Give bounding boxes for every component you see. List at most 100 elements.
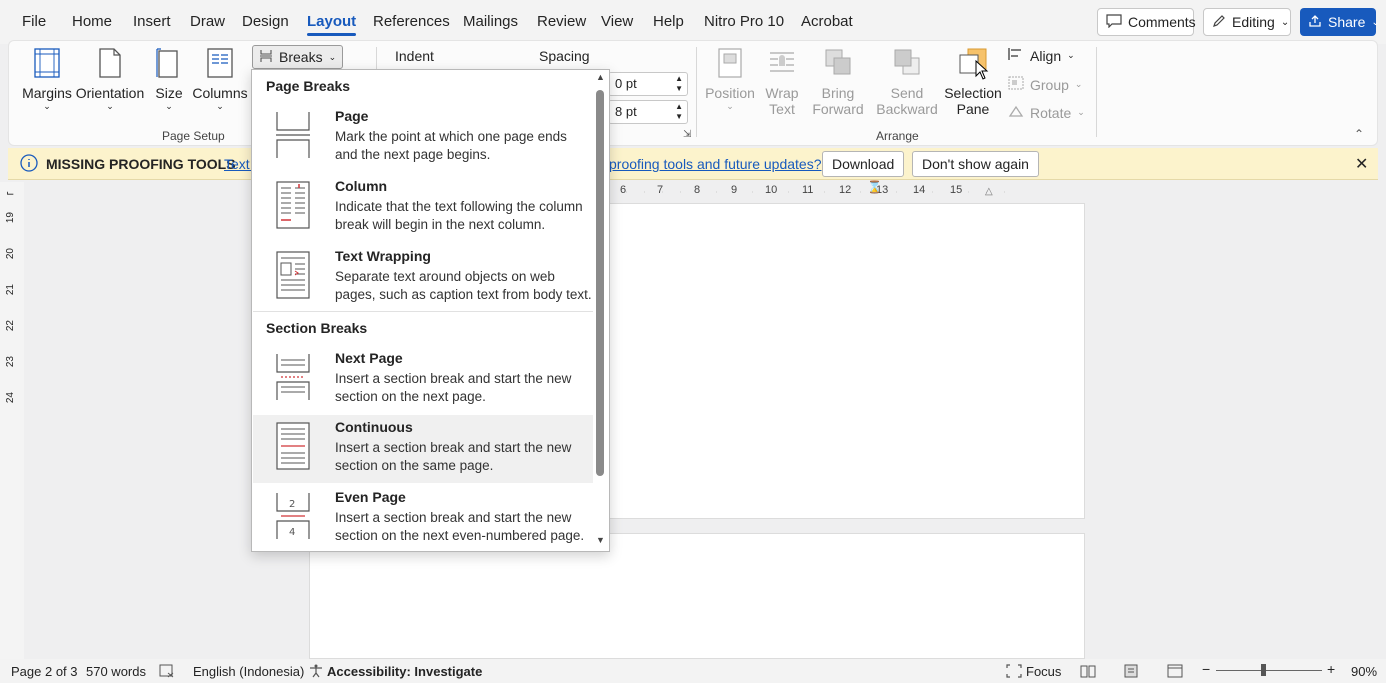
align-button[interactable]: Align ⌄ bbox=[1008, 47, 1075, 64]
tab-view[interactable]: View bbox=[601, 13, 633, 30]
indent-label: Indent bbox=[395, 48, 434, 64]
focus-button[interactable]: Focus bbox=[1026, 664, 1061, 679]
chevron-down-icon: ⌄ bbox=[1371, 16, 1380, 28]
ruler-tick-label: 8 bbox=[694, 184, 701, 196]
focus-icon[interactable] bbox=[1006, 664, 1022, 681]
arrange-label: Arrange bbox=[876, 129, 919, 143]
position-button[interactable]: Position ⌄ bbox=[705, 47, 755, 112]
scroll-down-icon[interactable]: ▼ bbox=[596, 535, 605, 545]
orientation-button[interactable]: Orientation ⌄ bbox=[75, 47, 145, 112]
text-wrapping-icon bbox=[276, 251, 310, 299]
scrollbar-thumb[interactable] bbox=[596, 90, 604, 476]
tab-references[interactable]: References bbox=[373, 13, 450, 30]
menu-bar: File Home Insert Draw Design Layout Refe… bbox=[0, 0, 1386, 44]
breaks-icon bbox=[259, 49, 273, 66]
tab-help[interactable]: Help bbox=[653, 13, 684, 30]
continuous-break-icon bbox=[276, 422, 310, 470]
page-breaks-heading: Page Breaks bbox=[266, 78, 351, 94]
breaks-dropdown: Page Breaks Page Mark the point at which… bbox=[251, 69, 610, 552]
dont-show-again-button[interactable]: Don't show again bbox=[912, 151, 1039, 177]
tab-acrobat[interactable]: Acrobat bbox=[801, 13, 853, 30]
tab-home[interactable]: Home bbox=[72, 13, 112, 30]
group-button[interactable]: Group ⌄ bbox=[1008, 76, 1082, 93]
even-page-break-icon: 24 bbox=[276, 493, 310, 539]
rotate-button[interactable]: Rotate ⌄ bbox=[1008, 104, 1085, 121]
ruler-tick-label: 9 bbox=[731, 184, 738, 196]
send-backward-icon bbox=[894, 49, 920, 75]
dialog-launcher-icon[interactable]: ⇲ bbox=[683, 129, 691, 140]
tab-selector-icon[interactable]: ⌙ bbox=[6, 188, 14, 199]
zoom-slider[interactable] bbox=[1216, 664, 1322, 676]
ruler-tick-label: 14 bbox=[913, 184, 926, 196]
zoom-out-button[interactable]: − bbox=[1202, 661, 1210, 677]
ruler-tick-label: 11 bbox=[802, 184, 814, 196]
language[interactable]: English (Indonesia) bbox=[193, 664, 304, 679]
collapse-ribbon-icon[interactable]: ⌃ bbox=[1354, 127, 1364, 141]
selection-pane-button[interactable]: Selection Pane bbox=[944, 47, 1002, 117]
orientation-icon bbox=[99, 48, 121, 78]
editing-button[interactable]: Editing ⌄ bbox=[1203, 8, 1291, 36]
breaks-button[interactable]: Breaks ⌄ bbox=[252, 45, 344, 69]
right-indent-icon[interactable]: △ bbox=[985, 186, 993, 197]
print-layout-icon[interactable] bbox=[1123, 664, 1139, 681]
pencil-icon bbox=[1212, 14, 1226, 31]
wrap-text-button[interactable]: Wrap Text bbox=[761, 47, 803, 117]
spinner-icon[interactable]: ▲ ▼ bbox=[675, 74, 683, 94]
zoom-in-button[interactable]: + bbox=[1327, 661, 1335, 677]
chevron-down-icon: ⌄ bbox=[1280, 16, 1290, 28]
page-break-icon bbox=[276, 112, 310, 158]
notification-title: MISSING PROOFING TOOLS bbox=[46, 156, 236, 172]
spacing-before-field[interactable]: 0 pt ▲ ▼ bbox=[608, 72, 688, 96]
zoom-level[interactable]: 90% bbox=[1351, 664, 1377, 679]
tab-review[interactable]: Review bbox=[537, 13, 586, 30]
dropdown-scrollbar[interactable]: ▲ ▼ bbox=[593, 70, 609, 551]
comments-button[interactable]: Comments bbox=[1097, 8, 1196, 36]
break-column-item[interactable]: Column Indicate that the text following … bbox=[253, 174, 593, 242]
break-continuous-item[interactable]: Continuous Insert a section break and st… bbox=[253, 415, 593, 483]
ribbon: Margins ⌄ Orientation ⌄ Size ⌄ Columns ⌄… bbox=[8, 40, 1378, 146]
svg-text:2: 2 bbox=[289, 499, 295, 510]
break-even-page-item[interactable]: 24 Even Page Insert a section break and … bbox=[253, 485, 593, 551]
read-mode-icon[interactable] bbox=[1080, 664, 1096, 681]
spacing-after-field[interactable]: 8 pt ▲ ▼ bbox=[608, 100, 688, 124]
zoom-slider-thumb[interactable] bbox=[1261, 664, 1266, 676]
break-next-page-item[interactable]: Next Page Insert a section break and sta… bbox=[253, 346, 593, 414]
size-button[interactable]: Size ⌄ bbox=[152, 47, 186, 112]
tab-design[interactable]: Design bbox=[242, 13, 289, 30]
send-backward-button[interactable]: Send Backward bbox=[873, 47, 941, 117]
vertical-ruler: ⌙ 19 20 21 22 23 24 bbox=[0, 182, 24, 662]
indent-marker-icon[interactable]: ⌛ bbox=[867, 180, 882, 194]
chevron-down-icon: ⌄ bbox=[43, 101, 51, 111]
share-button[interactable]: Share ⌄ bbox=[1300, 8, 1380, 36]
next-page-break-icon bbox=[276, 354, 310, 400]
break-text-wrapping-item[interactable]: Text Wrapping Separate text around objec… bbox=[253, 244, 593, 312]
align-icon bbox=[1008, 47, 1024, 64]
tab-layout[interactable]: Layout bbox=[307, 13, 357, 36]
margins-button[interactable]: Margins ⌄ bbox=[22, 47, 72, 112]
tab-nitro[interactable]: Nitro Pro 10 bbox=[704, 13, 784, 30]
download-button[interactable]: Download bbox=[822, 151, 905, 177]
page-count[interactable]: Page 2 of 3 bbox=[11, 664, 78, 679]
accessibility-status[interactable]: Accessibility: Investigate bbox=[327, 664, 482, 679]
notification-bar: MISSING PROOFING TOOLS Text l proofing t… bbox=[8, 148, 1378, 180]
chevron-down-icon: ⌄ bbox=[106, 101, 114, 111]
tab-draw[interactable]: Draw bbox=[190, 13, 225, 30]
tab-mailings[interactable]: Mailings bbox=[463, 13, 518, 30]
word-count[interactable]: 570 words bbox=[86, 664, 146, 679]
proofing-icon[interactable] bbox=[159, 664, 175, 681]
scroll-up-icon[interactable]: ▲ bbox=[596, 72, 605, 82]
column-break-icon bbox=[276, 181, 310, 229]
chevron-down-icon: ⌄ bbox=[726, 101, 734, 111]
web-layout-icon[interactable] bbox=[1167, 664, 1183, 681]
horizontal-ruler: 6 7 8 9 10 11 12 13 14 15 ⌛ △ bbox=[608, 180, 1028, 202]
columns-button[interactable]: Columns ⌄ bbox=[192, 47, 248, 112]
bring-forward-button[interactable]: Bring Forward bbox=[806, 47, 870, 117]
ruler-tick-label: 23 bbox=[5, 356, 16, 368]
tab-file[interactable]: File bbox=[22, 13, 46, 30]
close-icon[interactable]: ✕ bbox=[1355, 154, 1368, 174]
tab-insert[interactable]: Insert bbox=[133, 13, 171, 30]
break-page-item[interactable]: Page Mark the point at which one page en… bbox=[253, 104, 593, 172]
spinner-icon[interactable]: ▲ ▼ bbox=[675, 102, 683, 122]
proofing-tools-link[interactable]: proofing tools and future updates? bbox=[609, 156, 822, 172]
chevron-down-icon: ⌄ bbox=[1074, 79, 1083, 89]
